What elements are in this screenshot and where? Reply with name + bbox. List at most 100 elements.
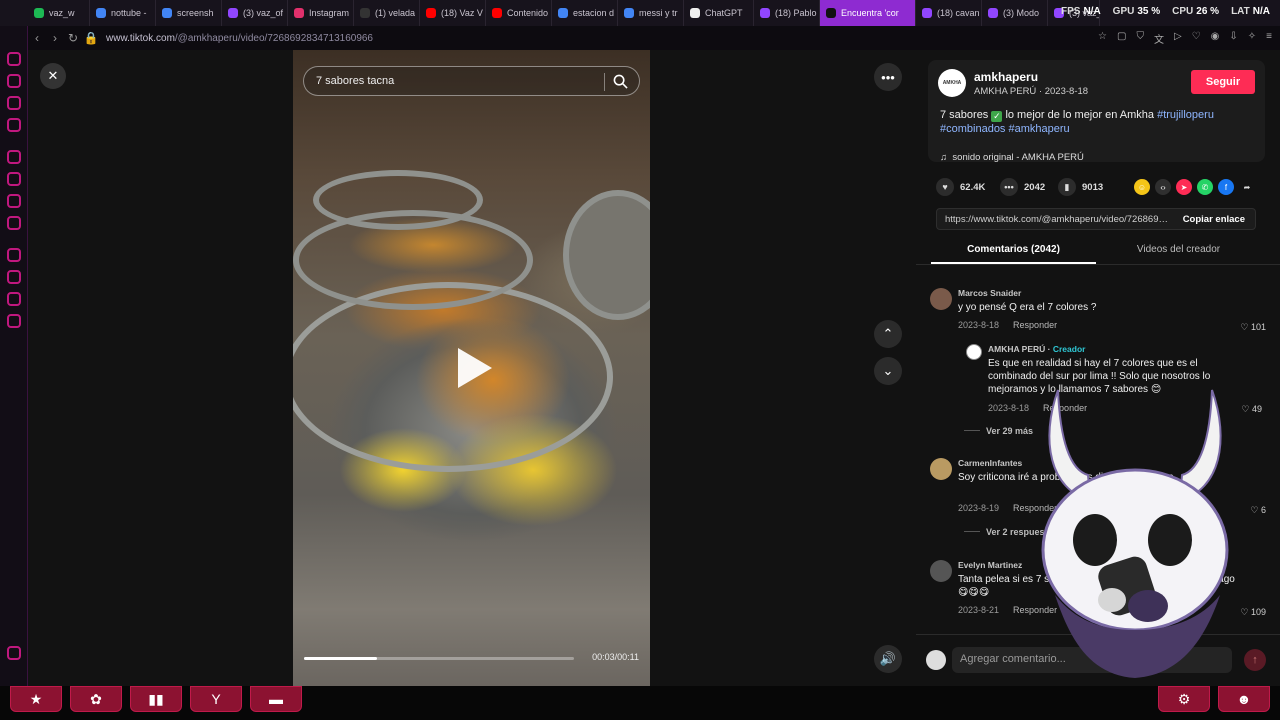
more-options-icon[interactable]: ••• — [874, 63, 902, 91]
menu-icon[interactable]: ≡ — [1266, 31, 1272, 46]
browser-tab[interactable]: (1) velada — [354, 0, 420, 26]
sidebar-icon[interactable] — [7, 314, 21, 328]
hashtag-link[interactable]: #amkhaperu — [1009, 123, 1070, 135]
taskbar-app-icon[interactable]: ▬ — [250, 686, 302, 712]
next-video-icon[interactable]: ⌄ — [874, 357, 902, 385]
sidebar-icon[interactable] — [7, 248, 21, 262]
profile-icon[interactable]: ◉ — [1211, 31, 1220, 46]
tab-favicon-icon — [34, 8, 44, 18]
comment-button[interactable]: ••• 2042 — [1000, 178, 1045, 196]
browser-tab-strip: vaz_w nottube - screensh (3) vaz_of Instagra… — [0, 0, 1280, 26]
comment-author[interactable]: Evelyn Martinez — [958, 560, 1022, 570]
follow-button[interactable]: Seguir — [1191, 70, 1255, 94]
tab-comments[interactable]: Comentarios (2042) — [931, 244, 1096, 264]
ai-icon[interactable]: ✧ — [1248, 31, 1256, 46]
comment-author[interactable]: CarmenInfantes — [958, 458, 1022, 468]
like-button[interactable]: ♥ 62.4K — [936, 178, 985, 196]
view-more-replies[interactable]: Ver 29 más — [964, 426, 1033, 436]
browser-tab[interactable]: (18) Vaz V — [420, 0, 486, 26]
sound-link[interactable]: ♫ sonido original - AMKHA PERÚ — [940, 152, 1084, 163]
browser-tab[interactable]: Contenido — [486, 0, 552, 26]
sidebar-icon[interactable] — [7, 172, 21, 186]
browser-tab[interactable]: ChatGPT — [684, 0, 754, 26]
volume-icon[interactable]: 🔊 — [874, 645, 902, 673]
taskbar-app-icon[interactable]: ☻ — [1218, 686, 1270, 712]
close-icon[interactable]: ✕ — [40, 63, 66, 89]
reply-button[interactable]: Responder — [1013, 320, 1057, 330]
browser-tab[interactable]: nottube - — [90, 0, 156, 26]
bookmark-icon[interactable]: ☆ — [1098, 31, 1107, 46]
taskbar-app-icon[interactable]: ▮▮ — [130, 686, 182, 712]
sidebar-icon[interactable] — [7, 270, 21, 284]
browser-tab[interactable]: Encuentra 'cor — [820, 0, 916, 26]
site-info-icon[interactable]: 🔒 — [82, 31, 100, 45]
send-icon[interactable]: ➤ — [1176, 179, 1192, 195]
reload-icon[interactable]: ↻ — [64, 31, 82, 45]
bookmark-icon: ▮ — [1058, 178, 1076, 196]
video-player[interactable]: 7 sabores tacna 00:03/00:11 — [293, 50, 650, 686]
comment-author[interactable]: AMKHA PERÚ · Creador — [988, 344, 1085, 354]
tab-title: screensh — [177, 8, 214, 18]
taskbar-app-icon[interactable]: ✿ — [70, 686, 122, 712]
sidebar-icon[interactable] — [7, 216, 21, 230]
search-icon[interactable] — [613, 74, 628, 89]
browser-tab[interactable]: (18) Pablo — [754, 0, 820, 26]
comment-like[interactable]: ♡ 101 — [1240, 322, 1266, 333]
sidebar-icon[interactable] — [7, 74, 21, 88]
send-comment-icon[interactable]: ↑ — [1244, 649, 1266, 671]
sidebar-icon[interactable] — [7, 292, 21, 306]
heart-icon[interactable]: ♡ — [1192, 31, 1201, 46]
shield-icon[interactable]: ⛉ — [1136, 31, 1144, 46]
translate-icon[interactable]: 文 — [1154, 31, 1164, 46]
browser-tab[interactable]: (3) Modo — [982, 0, 1048, 26]
previous-video-icon[interactable]: ⌃ — [874, 320, 902, 348]
whatsapp-icon[interactable]: ✆ — [1197, 179, 1213, 195]
browser-tab[interactable]: estacion d — [552, 0, 618, 26]
avatar[interactable] — [930, 288, 952, 310]
download-icon[interactable]: ⇩ — [1229, 31, 1237, 46]
comment-like[interactable]: ♡ 109 — [1240, 607, 1266, 618]
forward-icon[interactable]: › — [46, 31, 64, 45]
taskbar-app-icon[interactable]: ⚙ — [1158, 686, 1210, 712]
sidebar-icon[interactable] — [7, 52, 21, 66]
sidebar-icon[interactable] — [7, 118, 21, 132]
browser-tab[interactable]: messi y tr — [618, 0, 684, 26]
video-progress-bar[interactable] — [304, 657, 574, 660]
back-icon[interactable]: ‹ — [28, 31, 46, 45]
tab-creator-videos[interactable]: Videos del creador — [1096, 244, 1261, 262]
save-button[interactable]: ▮ 9013 — [1058, 178, 1103, 196]
share-more-icon[interactable]: ➦ — [1239, 179, 1255, 195]
sidebar-icon[interactable] — [7, 646, 21, 660]
browser-tab[interactable]: (18) cavan — [916, 0, 982, 26]
avatar[interactable] — [966, 344, 982, 360]
avatar[interactable] — [930, 560, 952, 582]
sidebar-icon[interactable] — [7, 96, 21, 110]
browser-tab[interactable]: screensh — [156, 0, 222, 26]
taskbar-app-icon[interactable]: ★ — [10, 686, 62, 712]
screenshot-icon[interactable]: ▢ — [1117, 31, 1126, 46]
play-icon[interactable]: ▷ — [1174, 31, 1182, 46]
video-link[interactable]: https://www.tiktok.com/@amkhaperu/video/… — [945, 214, 1173, 225]
avatar[interactable] — [930, 458, 952, 480]
creator-avatar[interactable]: AMKHA — [938, 69, 966, 97]
play-icon[interactable] — [458, 348, 492, 388]
friends-share-icon[interactable]: ☺ — [1134, 179, 1150, 195]
creator-username[interactable]: amkhaperu — [974, 70, 1038, 84]
browser-tab[interactable]: vaz_w — [28, 0, 90, 26]
url-field[interactable]: www.tiktok.com/@amkhaperu/video/72686928… — [106, 33, 373, 44]
comment-author[interactable]: Marcos Snaider — [958, 288, 1021, 298]
browser-tab[interactable]: Instagram — [288, 0, 354, 26]
sidebar-icon[interactable] — [7, 194, 21, 208]
browser-tab[interactable]: (3) vaz_of — [222, 0, 288, 26]
sidebar-icon[interactable] — [7, 150, 21, 164]
taskbar-app-icon[interactable]: Y — [190, 686, 242, 712]
hashtag-link[interactable]: #combinados — [940, 123, 1005, 135]
hashtag-link[interactable]: #trujilloperu — [1157, 109, 1214, 121]
comment-like[interactable]: ♡ 49 — [1241, 404, 1262, 415]
copy-link-button[interactable]: Copiar enlace — [1183, 214, 1245, 225]
comment-like[interactable]: ♡ 6 — [1250, 505, 1266, 516]
facebook-icon[interactable]: f — [1218, 179, 1234, 195]
video-search-box[interactable]: 7 sabores tacna — [303, 66, 640, 96]
creator-card: AMKHA amkhaperu AMKHA PERÚ · 2023-8-18 S… — [928, 60, 1265, 163]
embed-icon[interactable]: ‹› — [1155, 179, 1171, 195]
